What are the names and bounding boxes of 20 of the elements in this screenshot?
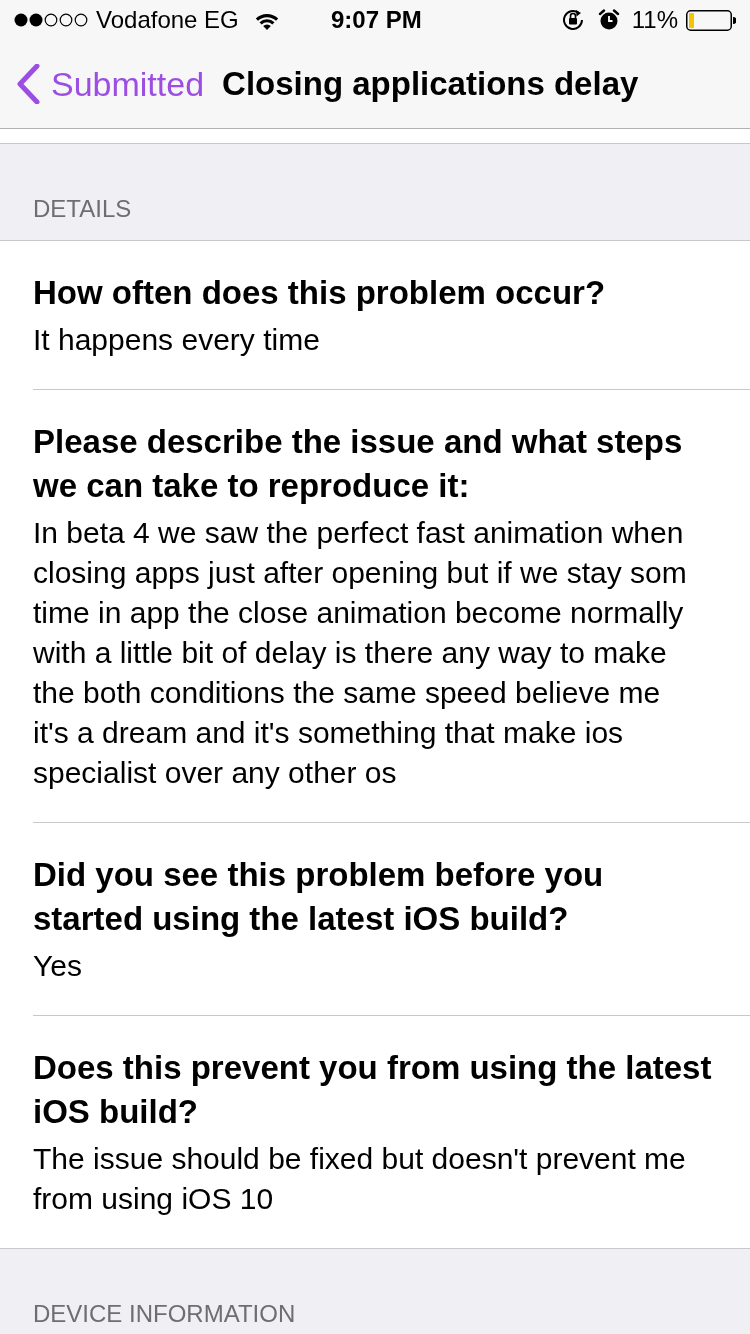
answer-text: It happens every time bbox=[33, 322, 321, 358]
alarm-clock-icon bbox=[597, 9, 620, 31]
carrier-name: Vodafone EG bbox=[96, 6, 239, 34]
battery-percentage: 11% bbox=[631, 6, 678, 34]
status-time: 9:07 PM bbox=[331, 6, 422, 34]
page-title: Closing applications delay bbox=[222, 64, 639, 104]
answer-text: The issue should be fixed but doesn't prevent me from using iOS 10 bbox=[33, 1141, 687, 1217]
battery-icon bbox=[686, 9, 736, 31]
section-header: DEVICE INFORMATION bbox=[33, 1299, 296, 1329]
question-label: Did you see this problem before you started using the latest iOS build? bbox=[33, 855, 605, 939]
back-chevron-icon bbox=[16, 64, 41, 104]
answer-text: Yes bbox=[33, 948, 83, 984]
answer-text: In beta 4 we saw the perfect fast animation when closing apps just after opening but if we stay som time in app the close animation become normally with a little bit of delay is there any way to make the both conditions the same speed believe me it's a dream and it's something that make ios specialist over any other os bbox=[33, 515, 688, 791]
question-label: Does this prevent you from using the latest iOS build? bbox=[33, 1048, 713, 1132]
orientation-lock-icon bbox=[561, 9, 584, 31]
signal-strength-icon bbox=[14, 13, 88, 27]
back-button[interactable]: Submitted bbox=[0, 59, 207, 109]
section-header: DETAILS bbox=[33, 194, 132, 224]
question-label: How often does this problem occur? bbox=[33, 273, 607, 313]
question-label: Please describe the issue and what steps we can take to reproduce it: bbox=[33, 422, 684, 506]
